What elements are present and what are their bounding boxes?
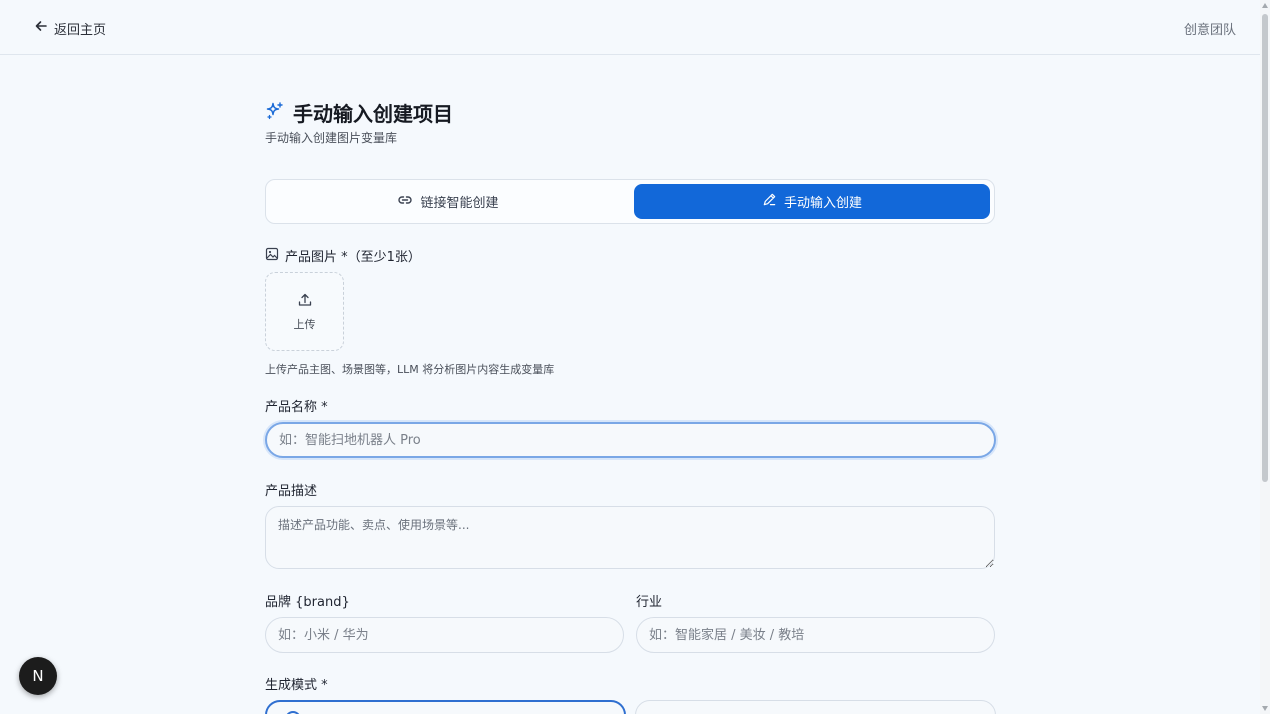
tab-manual-create[interactable]: 手动输入创建 [634,184,990,219]
team-name-link[interactable]: 创意团队 [1184,19,1236,38]
tab-link-create[interactable]: 链接智能创建 [270,184,626,219]
page-subtitle: 手动输入创建图片变量库 [265,131,398,145]
industry-input[interactable] [636,617,995,653]
nextjs-dev-badge[interactable]: N [19,657,57,695]
upload-hint: 上传产品主图、场景图等，LLM 将分析图片内容生成变量库 [265,363,555,376]
generation-mode-label: 生成模式 * [265,678,328,693]
back-link-label: 返回主页 [54,22,107,38]
scrollbar[interactable] [1260,0,1270,714]
tab-manual-label: 手动输入创建 [783,196,862,211]
product-name-input[interactable] [265,422,996,458]
product-description-textarea[interactable] [265,506,995,569]
brand-input[interactable] [265,617,624,653]
page-title: 手动输入创建项目 [293,102,453,126]
image-upload-button[interactable]: 上传 [265,272,344,351]
title-row: 手动输入创建项目 [265,98,453,127]
upload-label: 上传 [293,317,316,331]
upload-icon [297,292,313,312]
scroll-thumb[interactable] [1262,14,1268,482]
creation-mode-tabs: 链接智能创建 手动输入创建 [265,179,995,224]
generation-mode-option-2[interactable] [635,700,996,714]
product-images-label: 产品图片 *（至少1张） [265,246,421,265]
product-description-label: 产品描述 [265,484,318,499]
product-images-label-text: 产品图片 *（至少1张） [285,250,421,265]
link-icon [397,192,413,212]
product-name-label: 产品名称 * [265,400,328,415]
back-to-home-link[interactable]: 返回主页 [34,18,106,38]
image-icon [265,247,279,265]
scroll-down-arrow-icon[interactable] [1262,706,1268,711]
pencil-icon [762,192,777,211]
generation-mode-option-1[interactable] [265,700,626,714]
top-bar: 返回主页 创意团队 [0,0,1262,55]
tab-link-label: 链接智能创建 [420,196,499,211]
brand-label: 品牌 {brand} [265,595,350,610]
arrow-left-icon [34,19,48,37]
scroll-up-arrow-icon[interactable] [1262,3,1268,8]
sparkles-icon [265,101,285,125]
industry-label: 行业 [636,595,663,610]
